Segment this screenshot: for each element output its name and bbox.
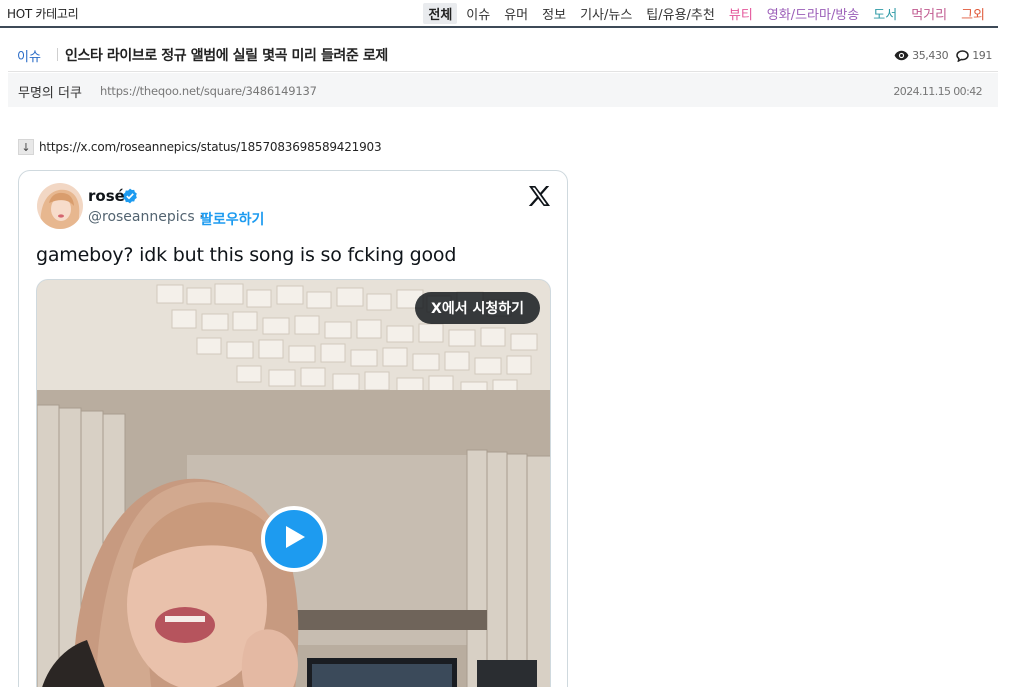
x-logo-icon[interactable] (528, 185, 551, 207)
play-button[interactable] (261, 506, 327, 572)
category-movie-drama[interactable]: 영화/드라마/방송 (762, 3, 864, 24)
category-list: 전체 이슈 유머 정보 기사/뉴스 팁/유용/추천 뷰티 영화/드라마/방송 도… (419, 3, 990, 24)
post-header: 이슈 인스타 라이브로 정규 앨범에 실릴 몇곡 미리 들려준 로제 35,43… (8, 38, 998, 72)
category-food[interactable]: 먹거리 (906, 3, 952, 24)
category-nav: HOT 카테고리 전체 이슈 유머 정보 기사/뉴스 팁/유용/추천 뷰티 영화… (0, 0, 998, 28)
source-link-row: ↓ https://x.com/roseannepics/status/1857… (18, 139, 382, 155)
category-humor[interactable]: 유머 (499, 3, 533, 24)
category-issue[interactable]: 이슈 (461, 3, 495, 24)
board-link[interactable]: 이슈 (17, 46, 41, 65)
down-arrow-icon: ↓ (18, 139, 34, 155)
play-icon (281, 523, 307, 555)
category-tips[interactable]: 팁/유용/추천 (641, 3, 720, 24)
tweet-video[interactable]: X에서 시청하기 (36, 279, 551, 687)
post-stats: 35,430 191 (894, 49, 992, 62)
comment-count: 191 (972, 49, 992, 62)
category-etc[interactable]: 그외 (956, 3, 990, 24)
tweet-handle[interactable]: @roseannepics · (88, 209, 204, 225)
post-meta: 무명의 더쿠 https://theqoo.net/square/3486149… (8, 73, 998, 107)
view-count: 35,430 (912, 49, 949, 62)
post-url[interactable]: https://theqoo.net/square/3486149137 (100, 84, 317, 98)
divider (57, 48, 58, 61)
source-link[interactable]: https://x.com/roseannepics/status/185708… (39, 140, 382, 154)
category-beauty[interactable]: 뷰티 (724, 3, 758, 24)
category-all[interactable]: 전체 (423, 3, 458, 24)
eye-icon (894, 50, 912, 61)
post-date: 2024.11.15 00:42 (893, 85, 982, 98)
follow-button[interactable]: 팔로우하기 (200, 209, 264, 229)
tweet-embed: rosé @roseannepics · 팔로우하기 gameboy? idk … (18, 170, 568, 687)
verified-badge-icon (122, 188, 138, 208)
video-thumbnail (37, 280, 550, 687)
comment-icon (956, 49, 972, 62)
tweet-author-name[interactable]: rosé (88, 187, 125, 205)
tweet-text: gameboy? idk but this song is so fcking … (36, 244, 457, 266)
category-news[interactable]: 기사/뉴스 (575, 3, 637, 24)
author-name: 무명의 더쿠 (18, 86, 82, 101)
post-title: 인스타 라이브로 정규 앨범에 실릴 몇곡 미리 들려준 로제 (65, 48, 388, 64)
category-books[interactable]: 도서 (868, 3, 902, 24)
hot-category-label: HOT 카테고리 (7, 7, 79, 21)
avatar[interactable] (37, 183, 83, 229)
watch-on-x-button[interactable]: X에서 시청하기 (415, 292, 540, 324)
category-info[interactable]: 정보 (537, 3, 571, 24)
